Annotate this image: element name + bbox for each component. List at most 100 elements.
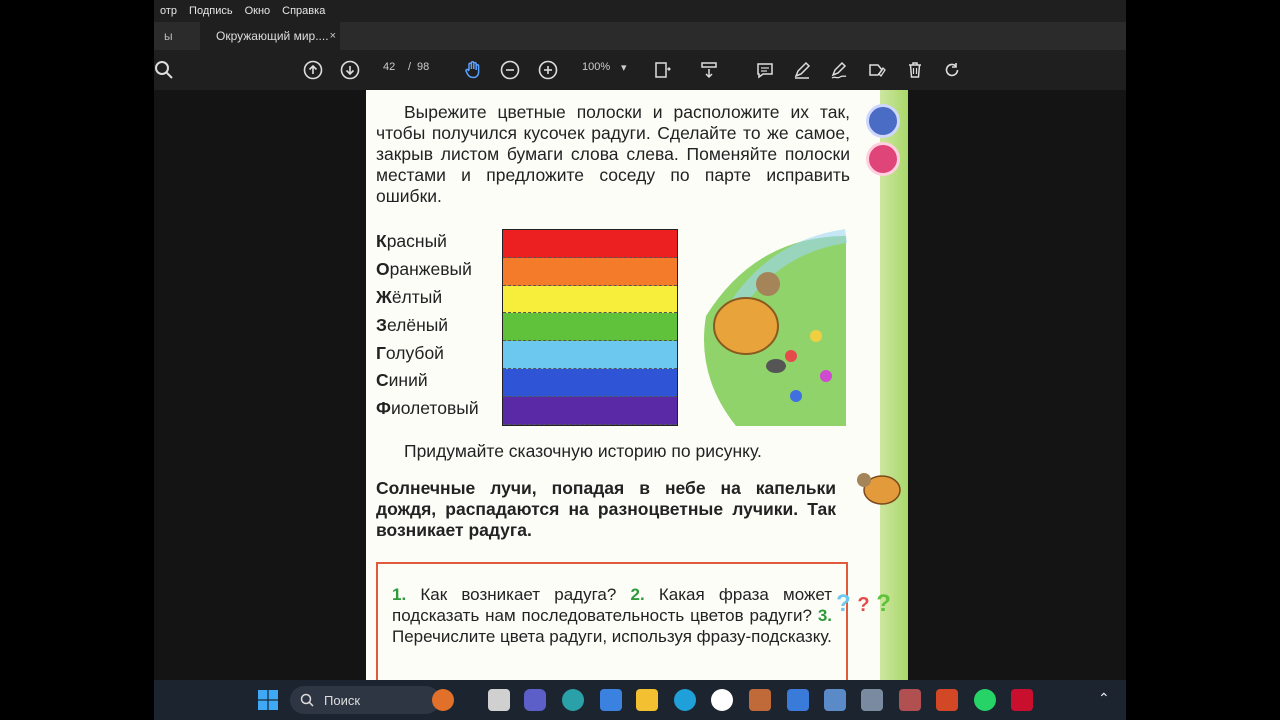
color-rest: ранжевый [389,259,472,280]
rainbow-stripe [503,313,677,342]
toolbar: 42 / 98 100% ▾ [154,50,1126,90]
color-initial: Г [376,342,386,363]
windows-start-icon[interactable] [258,690,278,710]
pdf-page: Вырежите цветные полоски и расположите и… [366,90,908,680]
edge-icon[interactable] [674,689,696,711]
task-view-icon[interactable] [488,689,510,711]
rainbow-explanation: Солнечные лучи, попадая в небе на капель… [376,478,836,540]
app-icon[interactable] [749,689,771,711]
file-explorer-icon[interactable] [636,689,658,711]
acrobat-icon[interactable] [1011,689,1033,711]
color-rest: расный [386,231,447,252]
qmark-blue: ? [836,590,851,617]
search-icon [300,693,314,707]
tab-document[interactable]: Окружающий мир.... × [200,22,340,50]
questions-text: 1. Как возникает радуга? 2. Какая фраза … [392,584,832,647]
menu-view[interactable]: отр [154,5,183,17]
questions-box: 1. Как возникает радуга? 2. Какая фраза … [376,562,848,680]
rainbow-stripe [503,368,677,397]
menu-window[interactable]: Окно [239,5,277,17]
color-initial: О [376,259,390,280]
menu-sign[interactable]: Подпись [183,5,239,17]
rainbow-stripe [503,396,677,425]
zoom-in-icon[interactable] [537,58,559,82]
document-viewport[interactable]: Вырежите цветные полоски и расположите и… [154,90,1126,680]
app-window: отр Подпись Окно Справка ы Окружающий ми… [154,0,1126,720]
question-number: 3. [817,606,832,625]
instruction-paragraph: Вырежите цветные полоски и расположите и… [376,102,850,207]
color-name-lightblue: Голубой [376,339,479,367]
calendar-icon[interactable] [787,689,809,711]
next-page-icon[interactable] [339,58,361,82]
fill-sign-icon[interactable] [866,58,888,82]
yandex-browser-icon[interactable] [711,689,733,711]
page-number-input[interactable]: 42 [383,61,395,73]
page-total: 98 [417,61,430,73]
prev-page-icon[interactable] [302,58,324,82]
tool-app-icon[interactable] [861,689,883,711]
star-badge-icon [866,104,900,138]
question-number: 1. [392,585,407,604]
color-name-blue: Синий [376,367,479,395]
chevron-down-icon[interactable]: ▾ [621,61,627,74]
fit-page-icon[interactable] [650,58,674,82]
powerpoint-icon[interactable] [936,689,958,711]
turtle-ant-illustration [704,229,848,426]
question-number: 2. [630,585,645,604]
color-name-violet: Фиолетовый [376,395,479,423]
menu-help[interactable]: Справка [276,5,331,17]
globe-app-icon[interactable] [562,689,584,711]
calculator-icon[interactable] [824,689,846,711]
trash-icon[interactable] [904,58,926,82]
teams-icon[interactable] [524,689,546,711]
rainbow-stripe [503,257,677,286]
tab-tools[interactable]: ы [154,22,194,50]
zoom-out-icon[interactable] [499,58,521,82]
zoom-select[interactable]: 100% [582,61,610,73]
color-initial: С [376,370,389,391]
draw-tool-icon[interactable] [828,58,850,82]
search-icon[interactable] [154,58,174,82]
photos-app-icon[interactable] [899,689,921,711]
rainbow-stripe [503,285,677,314]
question-marks-icon: ? ? ? [836,590,891,618]
scroll-mode-icon[interactable] [698,58,720,82]
tab-document-label: Окружающий мир.... [216,29,329,43]
hand-tool-icon[interactable] [462,58,484,82]
comment-icon[interactable] [754,58,776,82]
qmark-green: ? [876,590,891,617]
rotate-icon[interactable] [941,58,963,82]
weather-widget-icon[interactable] [432,689,454,711]
turtle-icon [857,473,901,505]
color-initial: Ж [376,286,392,307]
color-rest: иний [388,370,428,391]
color-initial: Ф [376,398,391,419]
windows-taskbar: Поиск ⌃ [154,680,1126,720]
color-initial: З [376,314,387,335]
color-name-red: Красный [376,228,479,256]
color-name-orange: Оранжевый [376,256,479,284]
color-rest: олубой [385,342,444,363]
story-prompt: Придумайте сказочную историю по рисунку. [404,441,762,461]
color-names-list: Красный Оранжевый Жёлтый Зелёный Голубой… [376,228,479,423]
color-name-yellow: Жёлтый [376,284,479,312]
taskbar-search[interactable]: Поиск [290,686,440,714]
rainbow-stripe [503,230,677,258]
color-rest: ёлтый [391,286,443,307]
tab-close-icon[interactable]: × [330,30,336,42]
whatsapp-icon[interactable] [974,689,996,711]
color-name-green: Зелёный [376,311,479,339]
tab-tools-label: ы [164,29,173,43]
instruction-text: Вырежите цветные полоски и расположите и… [376,102,850,206]
question-1: Как возникает радуга? [420,585,617,604]
show-hidden-icons-icon[interactable]: ⌃ [1098,690,1110,707]
menu-bar: отр Подпись Окно Справка [154,0,1126,22]
question-3: Перечислите цвета радуги, используя фраз… [392,627,832,646]
color-rest: елёный [386,314,449,335]
book-badge-icon [866,142,900,176]
notepad-icon[interactable] [600,689,622,711]
search-label: Поиск [324,692,361,708]
tab-bar: ы Окружающий мир.... × [154,22,1126,50]
highlight-pen-icon[interactable] [791,58,813,82]
color-initial: К [376,231,387,252]
